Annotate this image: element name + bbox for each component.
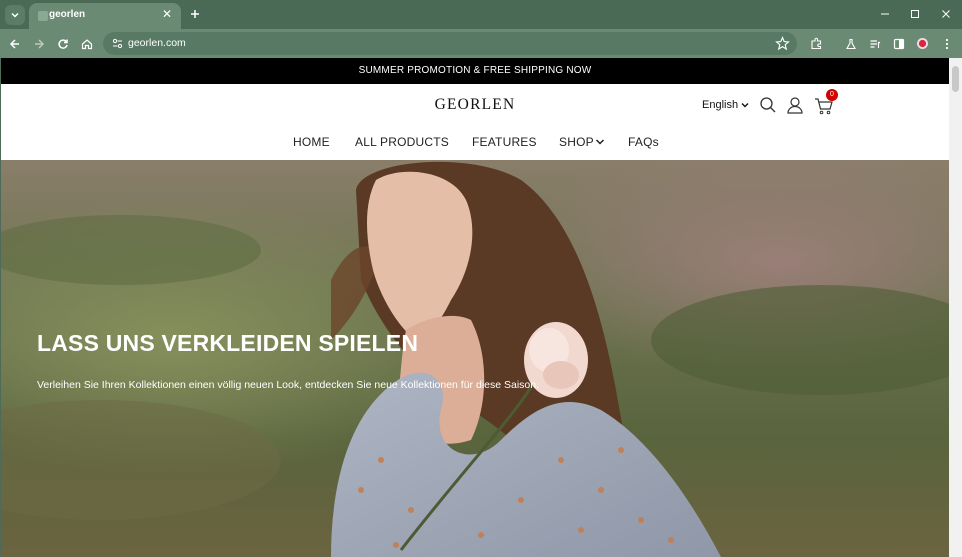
nav-item-features[interactable]: FEATURES bbox=[472, 135, 537, 149]
home-icon bbox=[81, 38, 92, 49]
site-favicon-icon bbox=[38, 11, 48, 21]
extensions-button[interactable] bbox=[808, 35, 825, 52]
close-icon[interactable]: ✕ bbox=[160, 7, 174, 21]
nav-shop-label: SHOP bbox=[559, 135, 594, 149]
hero-title: LASS UNS VERKLEIDEN SPIELEN bbox=[37, 330, 419, 356]
tab-title: georlen bbox=[49, 9, 86, 20]
reload-icon bbox=[57, 38, 68, 49]
close-window-button[interactable] bbox=[931, 4, 961, 24]
side-panel-icon bbox=[893, 38, 904, 49]
hero-subtitle: Verleihen Sie Ihren Kollektionen einen v… bbox=[37, 379, 540, 391]
plus-icon bbox=[191, 10, 199, 18]
arrow-right-icon bbox=[34, 38, 44, 49]
account-icon[interactable] bbox=[786, 96, 804, 114]
hero-banner: LASS UNS VERKLEIDEN SPIELEN Verleihen Si… bbox=[1, 160, 949, 557]
chevron-down-icon bbox=[11, 12, 19, 18]
promo-banner: SUMMER PROMOTION & FREE SHIPPING NOW bbox=[1, 58, 949, 84]
site-info-icon[interactable] bbox=[111, 37, 124, 50]
side-panel-button[interactable] bbox=[890, 35, 907, 52]
more-vert-icon bbox=[945, 38, 948, 49]
cart-count-badge: 0 bbox=[826, 89, 838, 101]
browser-toolbar: georlen.com bbox=[0, 29, 962, 58]
reload-button[interactable] bbox=[54, 35, 71, 52]
home-button[interactable] bbox=[78, 35, 95, 52]
chevron-down-icon bbox=[741, 103, 749, 108]
reading-list-button[interactable] bbox=[866, 35, 883, 52]
url-text: georlen.com bbox=[128, 37, 186, 49]
new-tab-button[interactable] bbox=[186, 5, 204, 23]
arrow-left-icon bbox=[9, 38, 19, 49]
tab-strip: georlen ✕ bbox=[0, 0, 962, 29]
close-icon bbox=[942, 10, 950, 18]
puzzle-icon bbox=[811, 37, 822, 50]
maximize-icon bbox=[911, 10, 919, 18]
flask-icon bbox=[845, 38, 856, 49]
forward-button[interactable] bbox=[30, 35, 47, 52]
site-logo[interactable]: GEORLEN bbox=[1, 96, 949, 114]
search-icon[interactable] bbox=[759, 96, 777, 114]
minimize-icon bbox=[881, 13, 889, 15]
page-scrollbar[interactable] bbox=[949, 58, 962, 557]
profile-avatar-icon bbox=[917, 38, 928, 49]
chevron-down-icon bbox=[595, 139, 604, 145]
maximize-button[interactable] bbox=[900, 4, 930, 24]
hero-background-image bbox=[1, 160, 949, 557]
language-label: English bbox=[702, 99, 739, 111]
address-bar[interactable]: georlen.com bbox=[103, 32, 797, 55]
minimize-button[interactable] bbox=[870, 4, 900, 24]
tab-search-button[interactable] bbox=[5, 5, 25, 25]
nav-item-all-products[interactable]: ALL PRODUCTS bbox=[355, 135, 449, 149]
nav-item-shop[interactable]: SHOP bbox=[559, 135, 605, 149]
browser-tab-active[interactable]: georlen ✕ bbox=[29, 3, 181, 29]
scrollbar-thumb[interactable] bbox=[952, 66, 959, 92]
nav-item-home[interactable]: HOME bbox=[293, 135, 330, 149]
language-selector[interactable]: English bbox=[702, 99, 749, 111]
star-icon[interactable] bbox=[775, 36, 790, 51]
browser-menu-button[interactable] bbox=[938, 35, 955, 52]
page-viewport: SUMMER PROMOTION & FREE SHIPPING NOW GEO… bbox=[1, 58, 949, 557]
playlist-icon bbox=[870, 39, 880, 48]
labs-button[interactable] bbox=[842, 35, 859, 52]
site-header: GEORLEN English 0 HOME ALL PRODUCTS FEAT… bbox=[1, 84, 949, 160]
profile-button[interactable] bbox=[914, 35, 931, 52]
back-button[interactable] bbox=[6, 35, 23, 52]
nav-item-faqs[interactable]: FAQs bbox=[628, 135, 659, 149]
